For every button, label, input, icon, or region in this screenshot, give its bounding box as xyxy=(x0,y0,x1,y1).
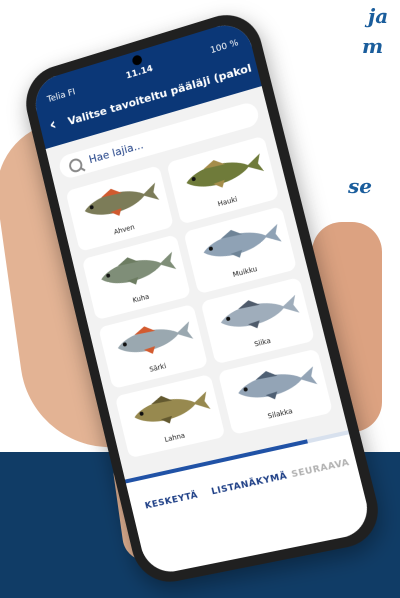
cancel-button[interactable]: KESKEYTÄ xyxy=(144,491,199,512)
search-placeholder: Hae lajia... xyxy=(87,138,145,167)
fish-species-grid: Ahven Hauki Kuha Muikku Särki Siika Lahna Silak… xyxy=(65,135,334,460)
next-button[interactable]: SEURAAVA xyxy=(291,458,351,480)
list-view-button[interactable]: LISTANÄKYMÄ xyxy=(210,471,288,497)
search-icon xyxy=(67,156,84,174)
fish-card-siika[interactable]: Siika xyxy=(200,277,316,365)
phone-wrapper: Telia FI 11.14 100 % ‹ Valitse tavoitelt… xyxy=(18,5,387,589)
phone-screen: Telia FI 11.14 100 % ‹ Valitse tavoitelt… xyxy=(29,18,374,577)
fish-card-silakka[interactable]: Silakka xyxy=(217,348,334,435)
headline-fragment-2: m xyxy=(362,34,384,58)
fish-card-lahna[interactable]: Lahna xyxy=(114,373,226,459)
headline-fragment-1: ja xyxy=(368,4,389,28)
headline-fragment-3: se xyxy=(348,174,372,198)
back-icon[interactable]: ‹ xyxy=(47,114,66,136)
fish-card-särki[interactable]: Särki xyxy=(98,303,209,389)
